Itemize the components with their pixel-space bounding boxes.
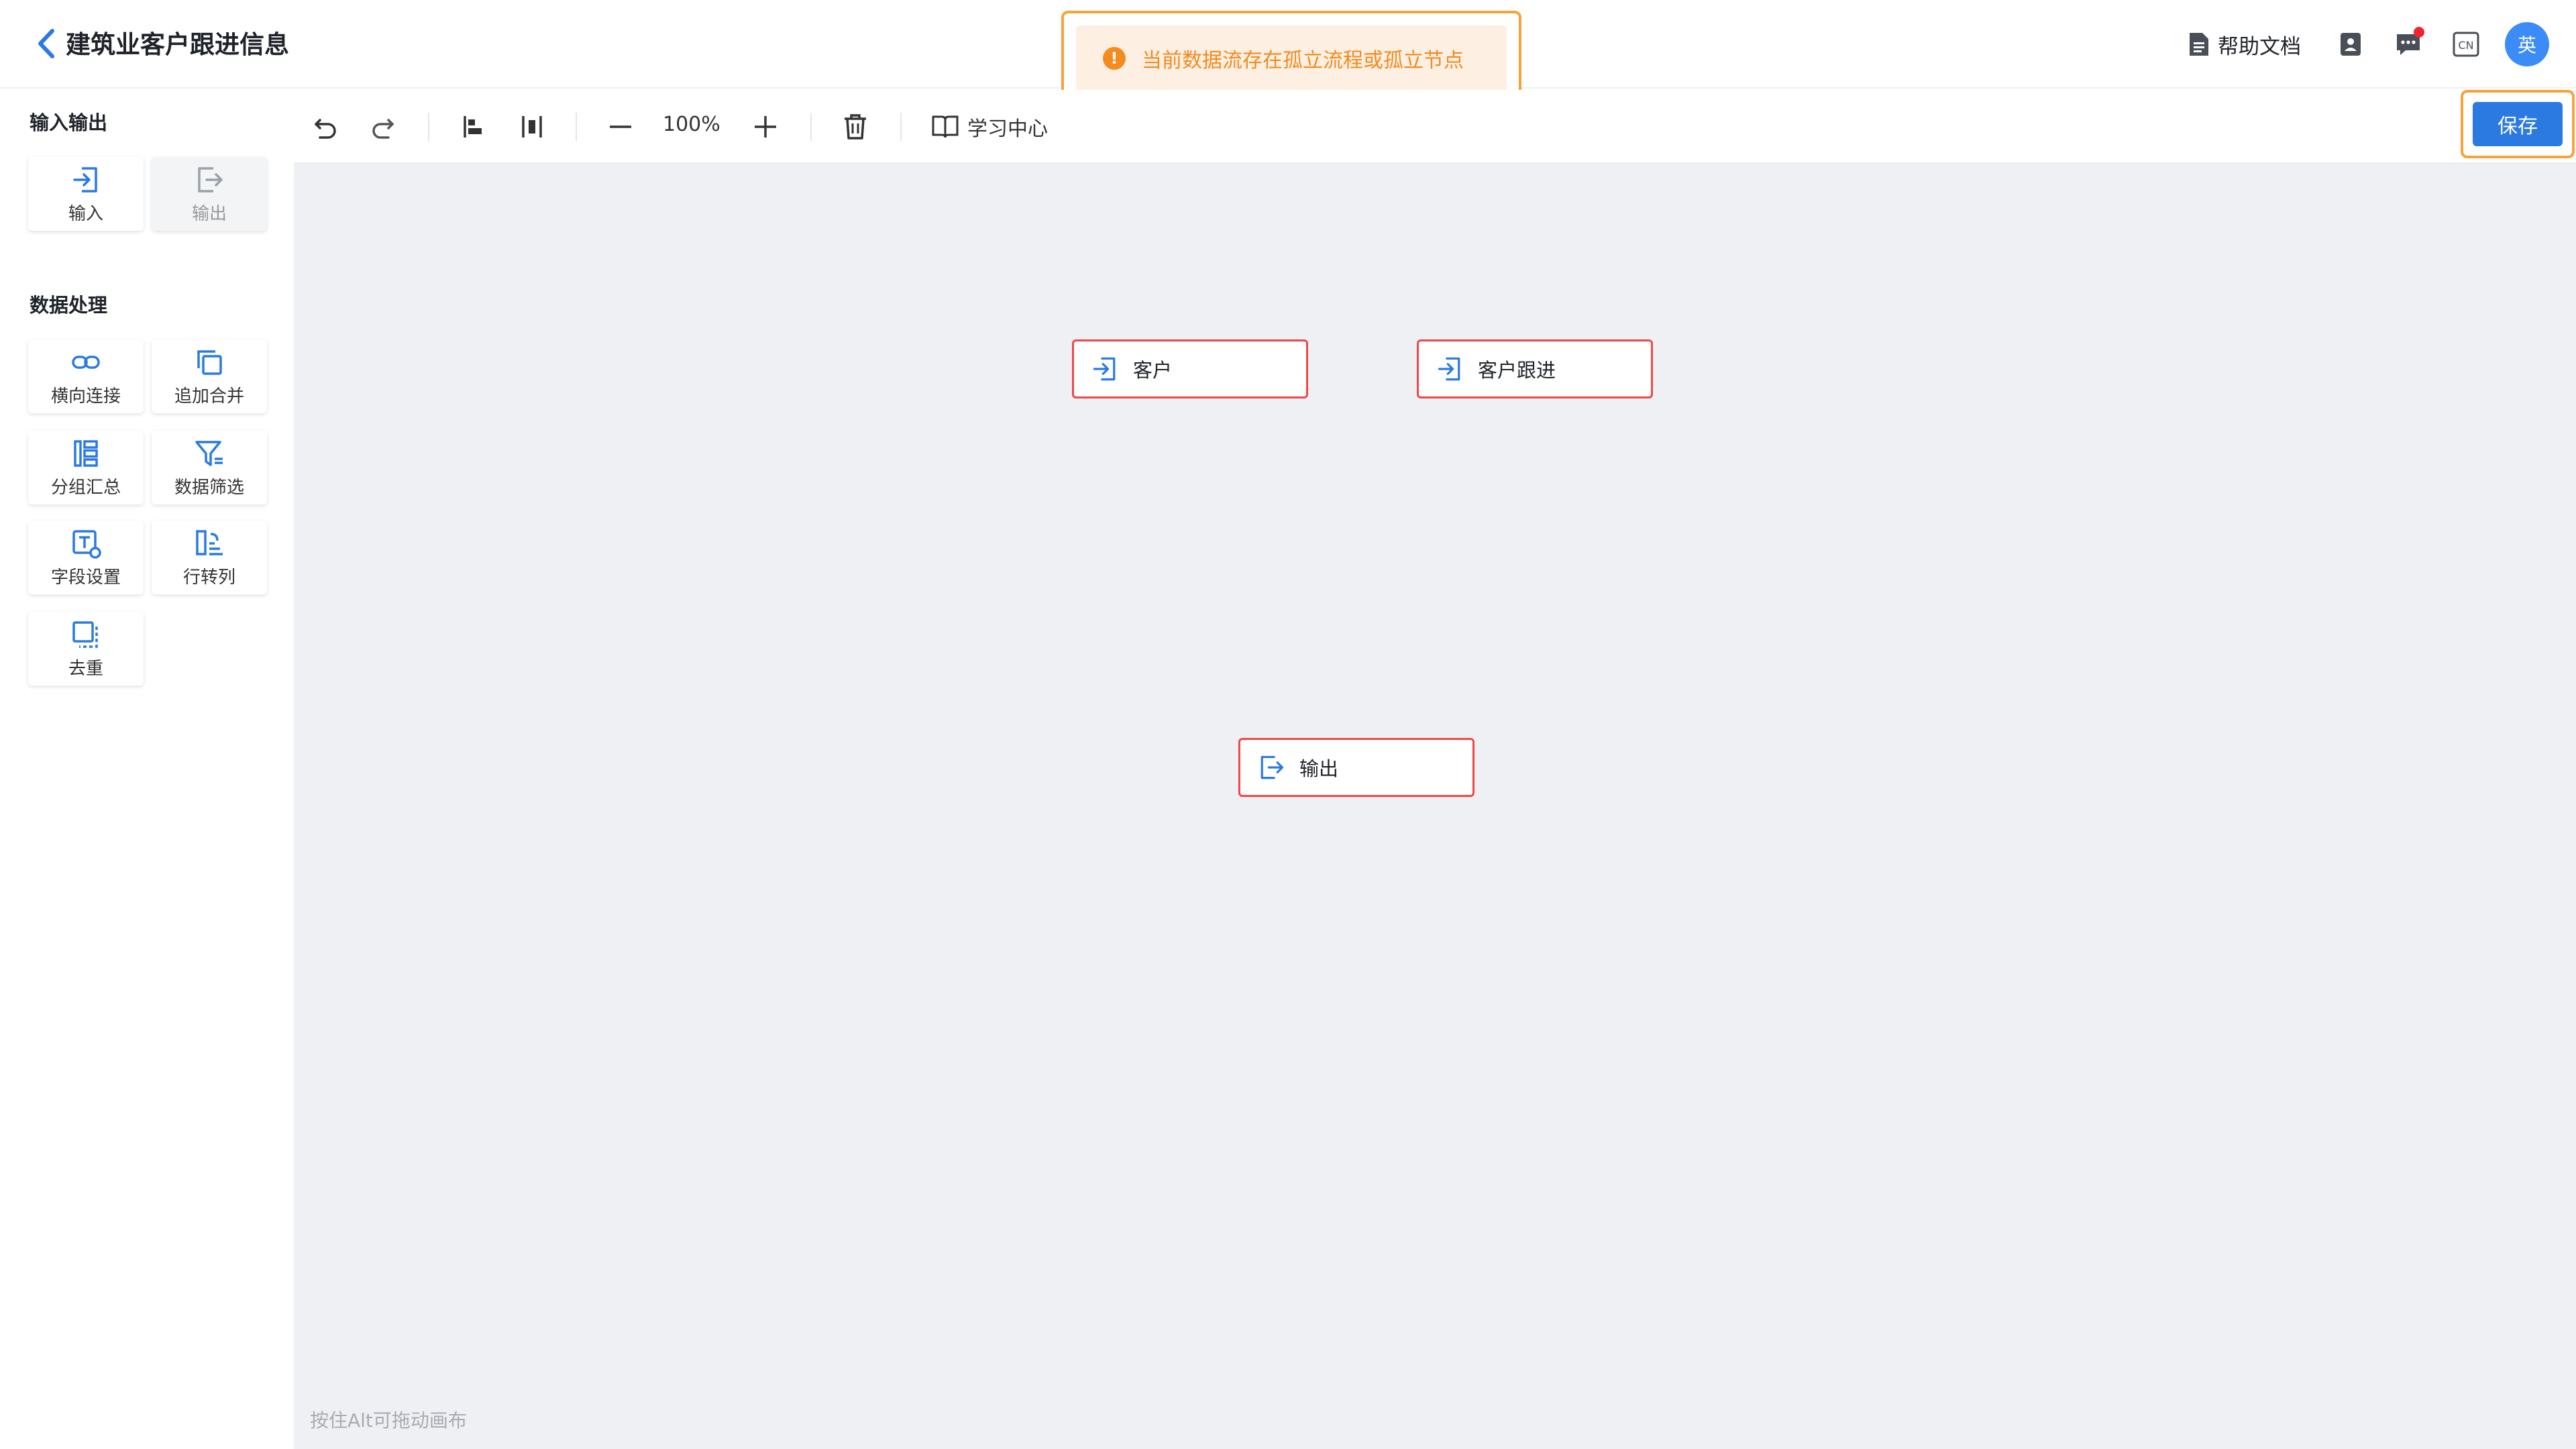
toolbar-divider [810,113,812,141]
undo-button[interactable] [309,110,342,144]
section-title-processing: 数据处理 [30,294,108,317]
palette-pivot-label: 行转列 [182,567,235,588]
palette-append[interactable]: 追加合并 [152,339,267,413]
trash-icon [845,114,866,140]
palette-join[interactable]: 横向连接 [28,339,144,413]
avatar[interactable]: 英 [2505,22,2549,66]
align-left-icon [464,116,482,138]
distribute-icon [522,116,542,138]
palette-dedupe[interactable]: 去重 [28,612,144,686]
contacts-button[interactable] [2332,25,2369,63]
undo-icon [315,119,336,139]
plus-icon [755,116,776,138]
flow-canvas[interactable]: 客户 客户跟进 输出 按住Alt可拖动画布 [294,162,2576,1449]
delete-button[interactable] [839,110,872,144]
palette-group[interactable]: 分组汇总 [28,431,144,504]
append-icon [197,350,222,375]
palette-input-label: 输入 [68,203,103,224]
messages-button[interactable] [2390,25,2427,63]
output-icon [1260,755,1284,780]
zoom-out-button[interactable] [604,110,637,144]
palette-field-settings[interactable]: 字段设置 [28,521,144,594]
language-button[interactable]: CN [2447,25,2485,63]
group-icon [74,439,98,467]
zoom-level: 100% [663,113,720,136]
book-icon [932,115,959,138]
field-settings-icon [72,529,101,559]
palette-group-label: 分组汇总 [50,477,121,498]
palette-filter-label: 数据筛选 [174,477,244,498]
warning-message: 当前数据流存在孤立流程或孤立节点 [1142,49,1464,72]
page-title: 建筑业客户跟进信息 [66,30,289,59]
help-docs-button[interactable]: 帮助文档 [2188,30,2301,60]
input-icon [1093,357,1116,381]
flow-node-customer-followup[interactable]: 客户跟进 [1417,339,1653,398]
zoom-in-button[interactable] [749,110,782,144]
palette-dedupe-label: 去重 [68,658,103,679]
flow-node-customer[interactable]: 客户 [1072,339,1308,398]
canvas-drag-hint: 按住Alt可拖动画布 [310,1409,467,1432]
toolbar-divider [576,113,577,141]
flow-node-label: 客户 [1133,359,1173,382]
align-left-button[interactable] [456,110,490,144]
notification-dot [2414,27,2424,38]
save-button-highlight: 保存 [2461,90,2575,158]
canvas-toolbar: 100% 学习中心 [294,90,2576,162]
help-docs-label: 帮助文档 [2218,34,2301,59]
back-button[interactable] [34,27,60,60]
header-actions: 帮助文档 CN 英 [2188,22,2549,66]
palette-join-label: 横向连接 [50,386,121,407]
palette-append-label: 追加合并 [174,386,244,407]
pivot-icon [196,529,223,555]
dedupe-icon [72,621,98,648]
input-icon [73,166,97,193]
redo-button[interactable] [366,110,400,144]
distribute-button[interactable] [515,110,549,144]
palette-input[interactable]: 输入 [28,157,144,231]
chevron-left-icon [38,29,54,58]
palette-pivot[interactable]: 行转列 [152,521,267,594]
flow-node-label: 输出 [1299,757,1339,780]
input-icon [1438,357,1460,381]
output-icon [198,166,223,193]
language-icon: CN [2453,32,2479,57]
flow-node-label: 客户跟进 [1478,359,1556,382]
learning-center-label: 学习中心 [967,117,1048,141]
learning-center-button[interactable]: 学习中心 [931,110,1048,144]
document-icon [2190,33,2208,56]
minus-icon [610,125,631,128]
palette-output[interactable]: 输出 [152,157,267,231]
link-icon [72,355,100,369]
palette-output-label: 输出 [191,203,227,224]
filter-icon [195,440,223,466]
warning-toast: ! 当前数据流存在孤立流程或孤立节点 [1076,25,1507,91]
language-badge-text: CN [2458,39,2473,52]
flow-node-output[interactable]: 输出 [1238,738,1474,797]
toolbar-divider [428,113,429,141]
save-button[interactable]: 保存 [2473,102,2563,146]
node-palette: 输入输出 输入 输出 数据处理 横向连接 追加合并 分组汇总 数据筛选 字段设置… [0,90,294,1449]
palette-field-settings-label: 字段设置 [50,567,121,588]
redo-icon [372,119,394,139]
toolbar-divider [900,113,902,141]
palette-filter[interactable]: 数据筛选 [152,431,267,504]
contact-card-icon [2341,33,2361,56]
warning-icon: ! [1103,47,1126,70]
section-title-io: 输入输出 [30,111,108,134]
